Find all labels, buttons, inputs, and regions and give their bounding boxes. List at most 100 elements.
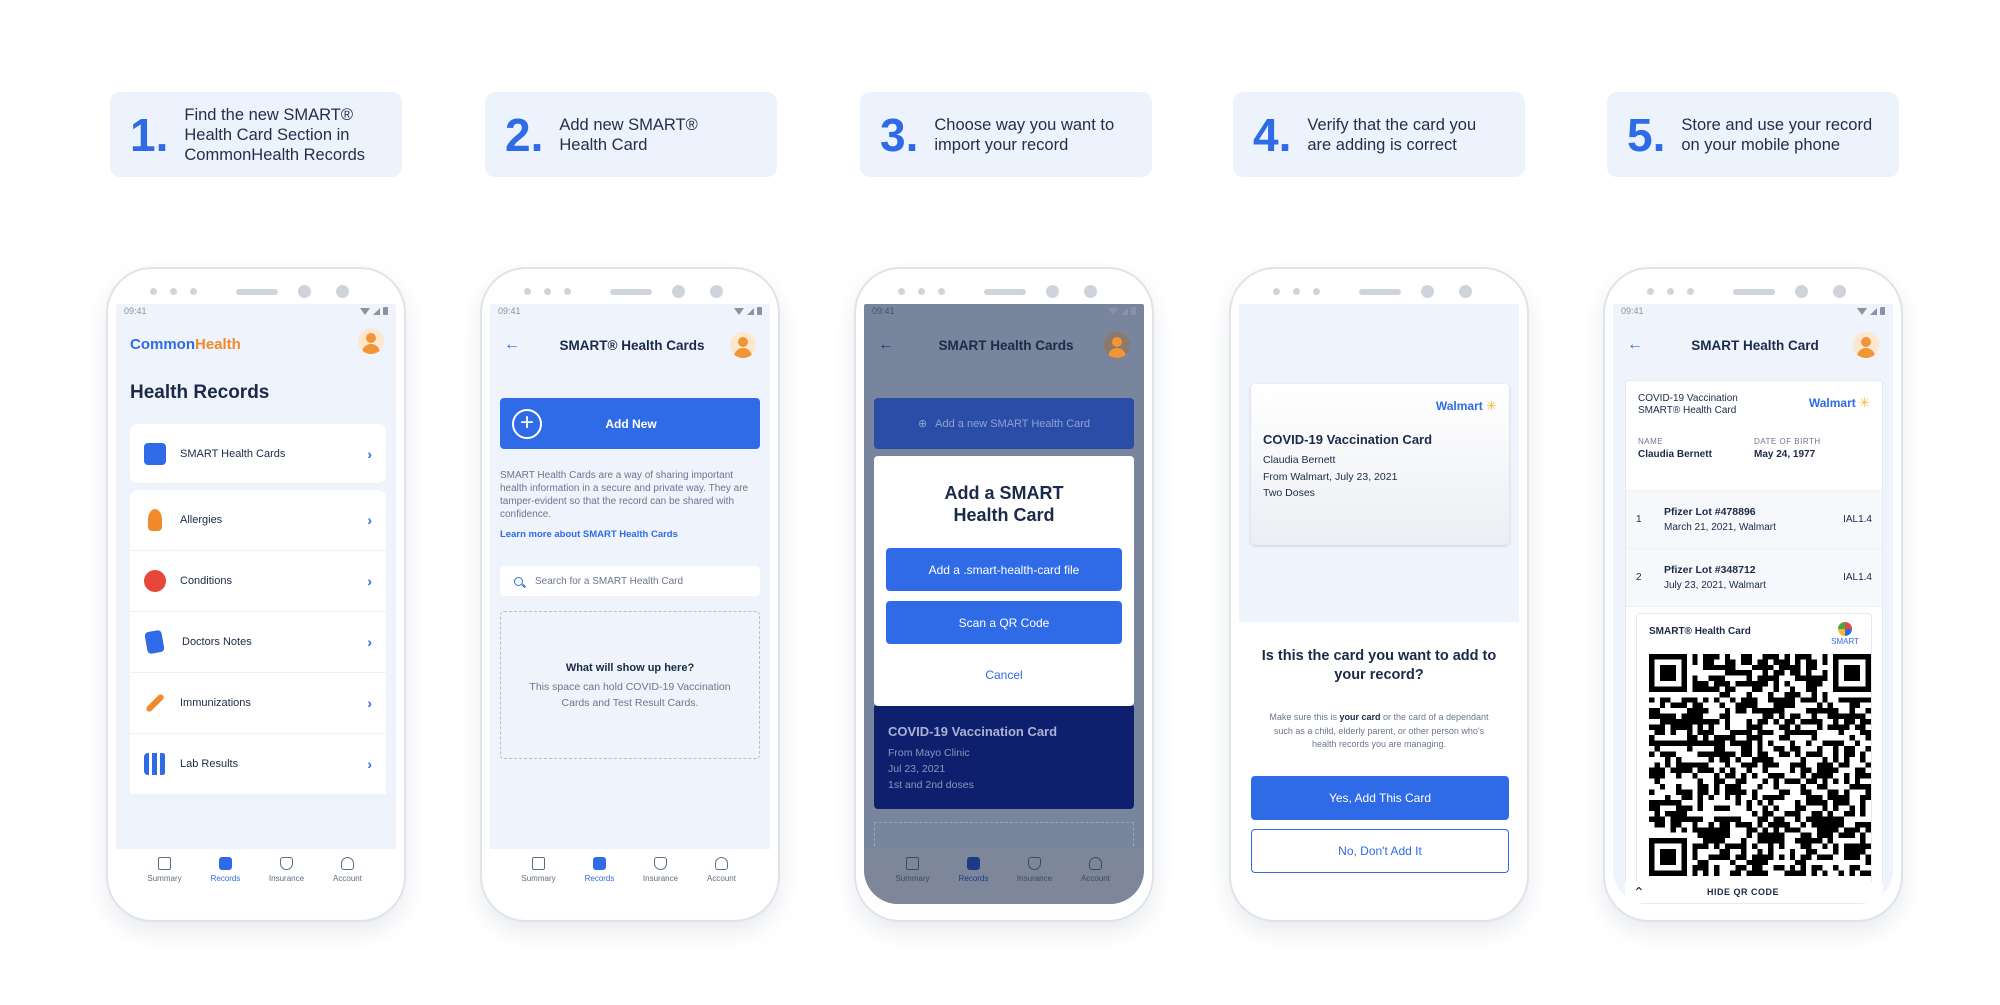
list-item-allergies[interactable]: Allergies › xyxy=(130,490,386,551)
card-source: From Walmart, July 23, 2021 xyxy=(1263,470,1398,483)
speaker-grille xyxy=(236,289,278,295)
phone-top-bar xyxy=(856,285,1152,299)
nav-records[interactable]: Records xyxy=(949,857,999,904)
avatar[interactable] xyxy=(1104,332,1130,358)
bottom-navigation: Summary Records Insurance Account xyxy=(490,849,770,904)
bottom-navigation: Summary Records Insurance Account xyxy=(864,849,1144,904)
spark-icon: ✳ xyxy=(1859,395,1870,410)
wifi-icon xyxy=(734,307,744,315)
signal-icon xyxy=(1121,307,1128,315)
list-item-label: Doctors Notes xyxy=(182,636,252,648)
speaker-grille xyxy=(1359,289,1401,295)
avatar[interactable] xyxy=(358,328,384,354)
nav-insurance[interactable]: Insurance xyxy=(262,857,312,904)
hide-qr-toggle[interactable]: ⌃ HIDE QR CODE xyxy=(1625,882,1883,902)
list-item-smart-health-cards[interactable]: SMART Health Cards › xyxy=(130,424,386,484)
screen-title: SMART® Health Cards xyxy=(559,337,705,353)
list-item-lab-results[interactable]: Lab Results › xyxy=(130,734,386,795)
shield-icon xyxy=(1028,857,1041,870)
name-label: NAME xyxy=(1638,437,1664,446)
nav-account[interactable]: Account xyxy=(1071,857,1121,904)
nav-account[interactable]: Account xyxy=(323,857,373,904)
dose-lot: Pfizer Lot #348712 xyxy=(1664,564,1756,576)
nav-account[interactable]: Account xyxy=(697,857,747,904)
back-arrow-icon[interactable]: ← xyxy=(504,336,534,354)
syringe-icon xyxy=(145,693,165,713)
nav-insurance[interactable]: Insurance xyxy=(1010,857,1060,904)
step-number: 1. xyxy=(130,108,169,161)
sensor-dot xyxy=(190,288,197,295)
cancel-button[interactable]: Cancel xyxy=(874,668,1134,682)
list-item-label: Lab Results xyxy=(180,758,239,770)
camera-dot xyxy=(710,285,723,298)
avatar[interactable] xyxy=(730,332,756,358)
phone-screen: Walmart ✳ COVID-19 Vaccination Card Clau… xyxy=(1239,304,1519,904)
nav-summary[interactable]: Summary xyxy=(140,857,190,904)
nav-summary[interactable]: Summary xyxy=(514,857,564,904)
status-bar: 09:41 xyxy=(116,304,396,318)
scan-qr-button[interactable]: Scan a QR Code xyxy=(886,601,1122,644)
camera-dot xyxy=(298,285,311,298)
confirm-note: Make sure this is your card or the card … xyxy=(1269,712,1489,749)
add-new-button[interactable]: + Add New xyxy=(500,398,760,449)
shield-icon xyxy=(654,857,667,870)
sensor-dot xyxy=(918,288,925,295)
dose-row: 2 Pfizer Lot #348712 July 23, 2021, Walma… xyxy=(1626,549,1882,607)
dose-date: March 21, 2021, Walmart xyxy=(1664,522,1776,533)
background-vaccination-card: COVID-19 Vaccination Card From Mayo Clin… xyxy=(874,704,1134,809)
no-dont-add-button[interactable]: No, Don't Add It xyxy=(1251,829,1509,873)
heart-icon xyxy=(144,570,166,592)
plus-icon: ⊕ xyxy=(917,418,928,430)
list-item-conditions[interactable]: Conditions › xyxy=(130,551,386,612)
card-title: COVID-19 Vaccination Card xyxy=(888,724,1058,739)
camera-dot xyxy=(1421,285,1434,298)
dose-ial: IAL1.4 xyxy=(1843,514,1872,525)
name-value: Claudia Bernett xyxy=(1638,449,1712,460)
sensor-dot xyxy=(938,288,945,295)
back-arrow-icon[interactable]: ← xyxy=(878,336,908,354)
status-bar: 09:41 xyxy=(490,304,770,318)
phone-screen: 09:41 ← SMART Health Card COVID-19 Vacci… xyxy=(1613,304,1893,904)
nav-records[interactable]: Records xyxy=(575,857,625,904)
phone-4-mockup: Walmart ✳ COVID-19 Vaccination Card Clau… xyxy=(1229,267,1529,922)
add-file-button[interactable]: Add a .smart-health-card file xyxy=(886,548,1122,591)
nav-summary[interactable]: Summary xyxy=(888,857,938,904)
card-doses: Two Doses xyxy=(1263,487,1315,499)
phone-top-bar xyxy=(1231,285,1527,299)
user-icon xyxy=(715,857,728,870)
phone-screen: 09:41 ← SMART Health Cards ⊕ Add a new S… xyxy=(864,304,1144,904)
card-date: Jul 23, 2021 xyxy=(888,763,946,775)
avatar[interactable] xyxy=(1853,332,1879,358)
step-text: Add new SMART® Health Card xyxy=(559,115,698,154)
sensor-dot xyxy=(1273,288,1280,295)
yes-add-card-button[interactable]: Yes, Add This Card xyxy=(1251,776,1509,820)
sensor-dot xyxy=(1647,288,1654,295)
speaker-grille xyxy=(610,289,652,295)
step-text: Find the new SMART® Health Card Section … xyxy=(184,105,366,164)
chevron-right-icon: › xyxy=(367,695,372,711)
list-item-label: Allergies xyxy=(180,514,223,526)
phone-3-mockup: 09:41 ← SMART Health Cards ⊕ Add a new S… xyxy=(854,267,1154,922)
lab-icon xyxy=(144,753,166,775)
notes-icon xyxy=(144,629,165,655)
back-arrow-icon[interactable]: ← xyxy=(1627,336,1657,354)
camera-dot xyxy=(1795,285,1808,298)
home-icon xyxy=(158,857,171,870)
add-card-modal: Add a SMART Health Card Add a .smart-hea… xyxy=(874,456,1134,706)
signal-icon xyxy=(747,307,754,315)
learn-more-link[interactable]: Learn more about SMART Health Cards xyxy=(500,529,678,540)
list-item-doctors-notes[interactable]: Doctors Notes › xyxy=(130,612,386,673)
search-input[interactable]: Search for a SMART Health Card xyxy=(500,566,760,596)
bottom-navigation: Summary Records Insurance Account xyxy=(116,849,396,904)
issuer-logo: Walmart ✳ xyxy=(1808,395,1870,410)
home-icon xyxy=(906,857,919,870)
nav-insurance[interactable]: Insurance xyxy=(636,857,686,904)
nav-records[interactable]: Records xyxy=(201,857,251,904)
add-new-card-button-dimmed: ⊕ Add a new SMART Health Card xyxy=(874,398,1134,449)
sensor-dot xyxy=(1667,288,1674,295)
step-text: Verify that the card you are adding is c… xyxy=(1307,115,1477,154)
battery-icon xyxy=(383,307,388,315)
card-issuer: From Mayo Clinic xyxy=(888,747,970,759)
phone-top-bar xyxy=(108,285,404,299)
list-item-immunizations[interactable]: Immunizations › xyxy=(130,673,386,734)
